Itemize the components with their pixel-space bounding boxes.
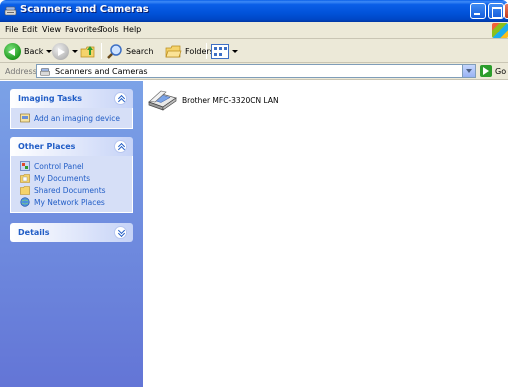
my-documents-icon xyxy=(20,174,30,183)
imaging-tasks-panel: Imaging Tasks Add an imaging device xyxy=(10,89,133,129)
scanner-camera-icon xyxy=(4,6,17,16)
go-arrow-icon xyxy=(480,65,492,77)
menu-edit[interactable]: Edit xyxy=(22,25,38,34)
minimize-button[interactable] xyxy=(470,3,486,19)
task-link-label: Add an imaging device xyxy=(34,113,121,123)
title-bar[interactable]: Scanners and Cameras xyxy=(0,0,508,22)
add-device-icon xyxy=(20,113,30,123)
search-button[interactable]: Search xyxy=(106,42,153,60)
menu-file[interactable]: File xyxy=(5,25,18,34)
my-documents-link[interactable]: My Documents xyxy=(11,172,132,184)
views-button[interactable] xyxy=(211,42,238,60)
device-item[interactable]: Brother MFC-3320CN LAN xyxy=(146,88,279,112)
other-places-panel: Other Places Control Panel My Documents xyxy=(10,137,133,213)
shared-documents-icon xyxy=(20,186,30,195)
back-arrow-icon xyxy=(4,42,21,60)
forward-dropdown-icon[interactable] xyxy=(72,49,78,53)
back-button[interactable]: Back xyxy=(4,42,53,60)
content-area: Brother MFC-3320CN LAN xyxy=(143,81,508,387)
task-link-label: Shared Documents xyxy=(34,185,106,195)
address-bar: Address Scanners and Cameras Go xyxy=(0,63,508,80)
other-places-body: Control Panel My Documents Shared Docume… xyxy=(10,156,133,213)
add-imaging-device-link[interactable]: Add an imaging device xyxy=(11,112,132,124)
task-link-label: My Network Places xyxy=(34,197,105,207)
device-label: Brother MFC-3320CN LAN xyxy=(182,95,279,105)
shared-documents-link[interactable]: Shared Documents xyxy=(11,184,132,196)
forward-arrow-icon xyxy=(52,42,69,60)
imaging-tasks-header[interactable]: Imaging Tasks xyxy=(10,89,133,108)
control-panel-icon xyxy=(20,161,30,171)
task-link-label: My Documents xyxy=(34,173,91,183)
control-panel-link[interactable]: Control Panel xyxy=(11,160,132,172)
address-field[interactable]: Scanners and Cameras xyxy=(36,64,476,78)
menu-tools[interactable]: Tools xyxy=(99,25,119,34)
my-network-places-link[interactable]: My Network Places xyxy=(11,196,132,208)
back-label: Back xyxy=(24,46,44,56)
windows-logo-icon xyxy=(492,23,508,38)
collapse-chevron-icon[interactable] xyxy=(114,140,127,153)
other-places-title: Other Places xyxy=(18,142,76,151)
window-title: Scanners and Cameras xyxy=(20,4,149,15)
scanner-camera-icon xyxy=(40,67,50,76)
toolbar-separator xyxy=(101,43,102,59)
menu-favorites[interactable]: Favorites xyxy=(65,25,101,34)
details-title: Details xyxy=(18,228,50,237)
menu-help[interactable]: Help xyxy=(123,25,141,34)
imaging-tasks-body: Add an imaging device xyxy=(10,108,133,129)
toolbar: Back Search Folders xyxy=(0,39,508,63)
task-link-label: Control Panel xyxy=(34,161,84,171)
details-header[interactable]: Details xyxy=(10,223,133,242)
search-icon xyxy=(107,43,122,59)
network-places-icon xyxy=(20,197,30,207)
toolbar-separator xyxy=(206,43,207,59)
go-label: Go xyxy=(495,66,507,76)
close-button[interactable] xyxy=(504,3,508,19)
address-dropdown-button[interactable] xyxy=(462,65,475,77)
menu-bar: File Edit View Favorites Tools Help xyxy=(0,22,508,39)
folders-icon xyxy=(165,45,182,57)
details-panel: Details xyxy=(10,223,133,242)
collapse-chevron-icon[interactable] xyxy=(114,92,127,105)
forward-button[interactable] xyxy=(52,42,78,60)
imaging-tasks-title: Imaging Tasks xyxy=(18,94,83,103)
menu-view[interactable]: View xyxy=(42,25,61,34)
task-pane: Imaging Tasks Add an imaging device Othe… xyxy=(0,81,143,387)
address-value: Scanners and Cameras xyxy=(55,66,148,76)
maximize-button[interactable] xyxy=(488,3,504,19)
up-folder-button[interactable] xyxy=(80,42,96,60)
views-icon xyxy=(211,43,229,59)
scanner-icon xyxy=(148,90,177,111)
folders-label: Folders xyxy=(185,46,214,56)
up-folder-icon xyxy=(80,46,95,58)
go-button[interactable]: Go xyxy=(480,64,506,78)
other-places-header[interactable]: Other Places xyxy=(10,137,133,156)
expand-chevron-icon[interactable] xyxy=(114,226,127,239)
address-label: Address xyxy=(5,67,37,76)
views-dropdown-icon[interactable] xyxy=(232,49,238,53)
search-label: Search xyxy=(126,46,154,56)
